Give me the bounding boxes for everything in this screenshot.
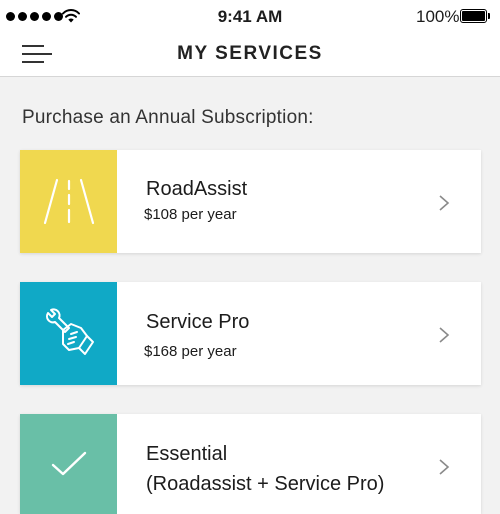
checkmark-icon <box>51 451 86 476</box>
wrench-hand-icon <box>45 307 94 355</box>
service-card-service-pro[interactable]: Service Pro $168 per year <box>20 282 481 385</box>
road-tile <box>20 150 117 253</box>
road-icon <box>43 178 94 224</box>
service-name: Service Pro <box>146 311 250 333</box>
service-pro-tile <box>20 282 117 385</box>
service-name-line1: Essential <box>146 443 228 465</box>
battery-full-icon <box>460 9 491 23</box>
section-heading: Purchase an Annual Subscription: <box>22 107 314 128</box>
chevron-right-icon <box>439 459 450 475</box>
service-name: Essential (Roadassist + Service Pro) <box>146 439 384 499</box>
page-title: MY SERVICES <box>177 43 323 64</box>
chevron-right-icon <box>439 195 450 211</box>
service-price: $108 per year <box>144 206 237 223</box>
essential-tile <box>20 414 117 514</box>
service-card-roadassist[interactable]: RoadAssist $108 per year <box>20 150 481 253</box>
service-name-line2: (Roadassist + Service Pro) <box>146 473 385 495</box>
service-price: $168 per year <box>144 343 237 360</box>
status-bar: 9:41 AM 100% <box>0 0 500 34</box>
battery-percent: 100% <box>416 7 460 26</box>
service-card-essential[interactable]: Essential (Roadassist + Service Pro) <box>20 414 481 514</box>
service-name: RoadAssist <box>146 178 248 200</box>
chevron-right-icon <box>439 327 450 343</box>
nav-bar: MY SERVICES <box>0 34 500 77</box>
